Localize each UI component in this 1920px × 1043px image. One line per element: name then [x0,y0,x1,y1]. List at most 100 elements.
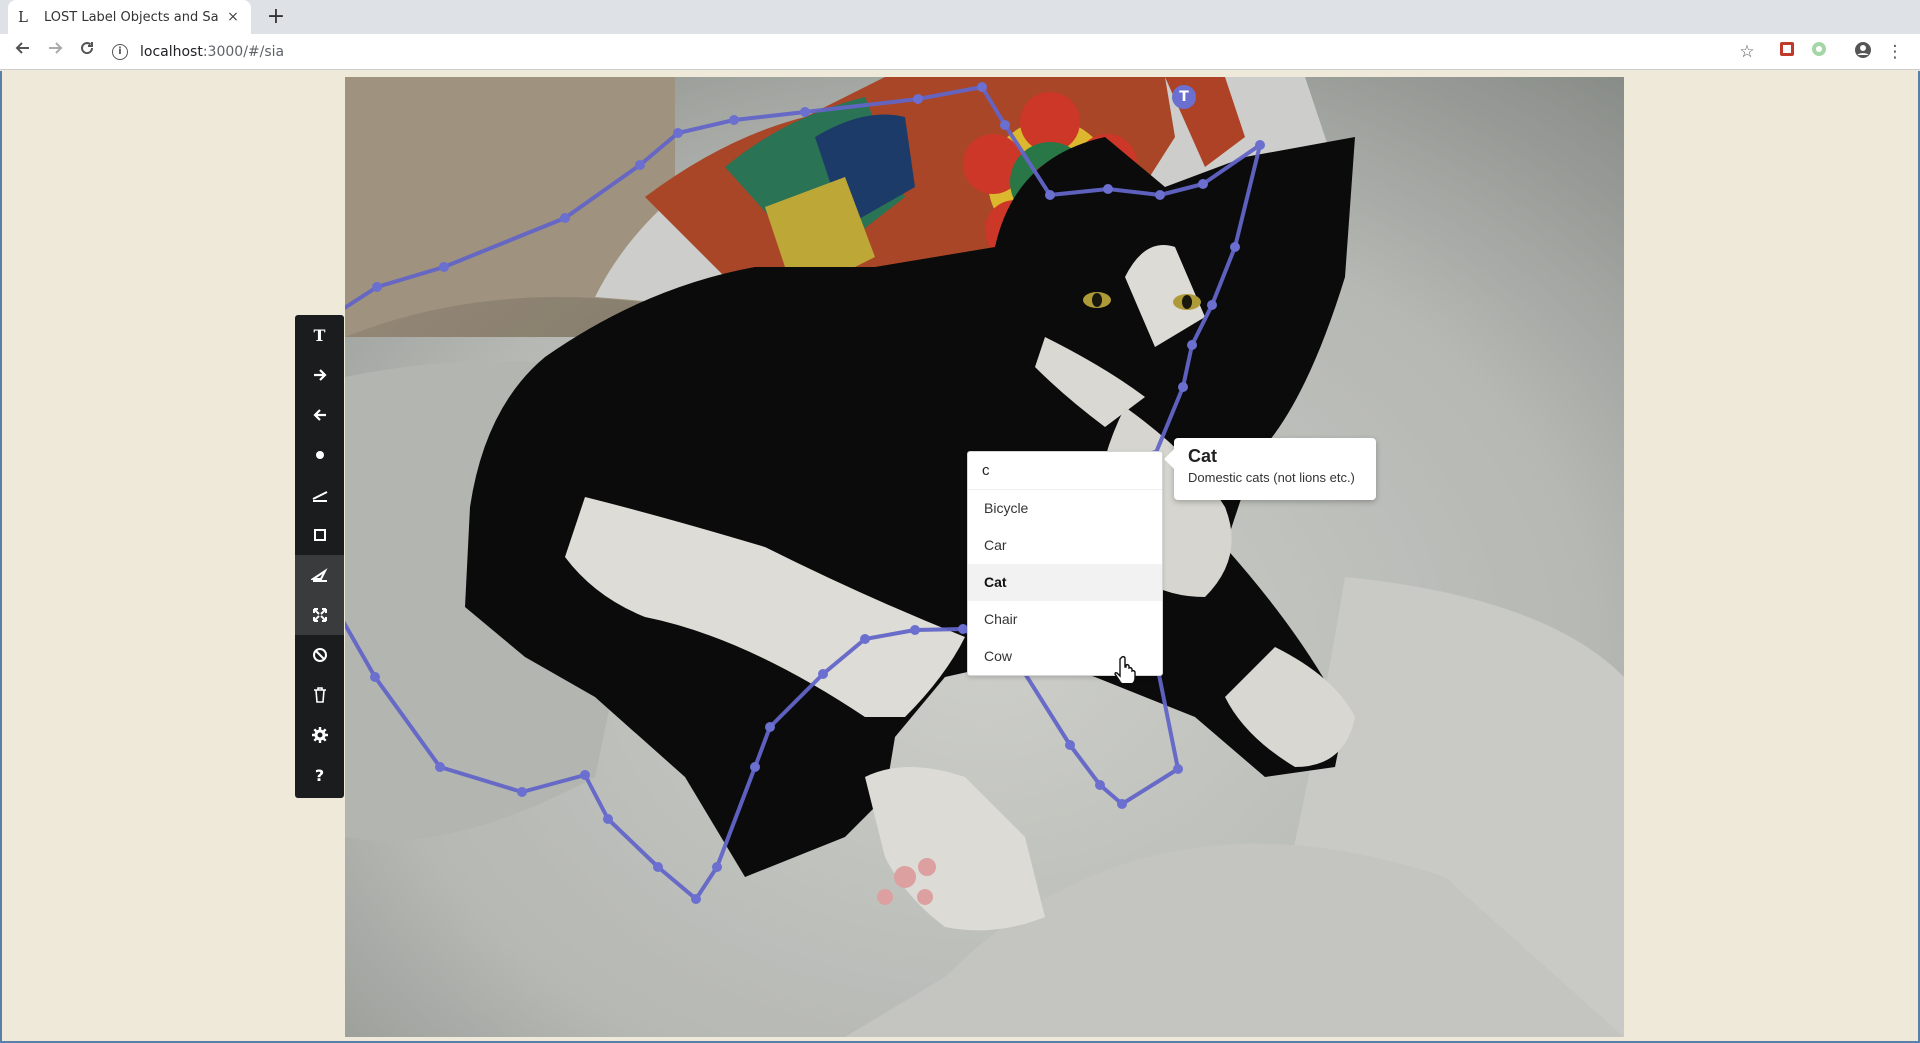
arrow-left-icon [312,409,326,421]
forward-button[interactable] [42,39,68,65]
expand-icon [312,608,327,622]
question-icon: ? [314,765,325,785]
polygon-vertex[interactable] [635,160,645,170]
url-text: localhost:3000/#/sia [140,44,284,60]
polygon-vertex[interactable] [750,762,760,772]
polygon-vertex[interactable] [977,82,987,92]
trash-icon [313,687,326,703]
label-search-input[interactable] [982,462,1181,479]
polygon-vertex[interactable] [1187,340,1197,350]
polygon-vertex[interactable] [435,762,445,772]
polygon-vertex[interactable] [765,722,775,732]
polygon-vertex[interactable] [913,94,923,104]
sia-toolbar: T ? [295,315,344,798]
annotation-text-badge[interactable]: T [1172,85,1196,109]
line-icon [312,491,327,502]
browser-toolbar: i localhost:3000/#/sia ☆ ⋮ [0,34,1920,70]
polygon-vertex[interactable] [800,107,810,117]
polygon-vertex[interactable] [1207,300,1217,310]
prev-image-button[interactable] [295,395,344,435]
label-info-popup: Cat Domestic cats (not lions etc.) [1174,438,1376,500]
kebab-menu-icon[interactable]: ⋮ [1884,41,1906,63]
point-tool-button[interactable] [295,435,344,475]
delete-button[interactable] [295,675,344,715]
label-option-car[interactable]: Car [968,527,1162,564]
tab-close-icon[interactable]: × [225,9,241,25]
extension-red-icon[interactable] [1776,41,1798,63]
polygon-vertex[interactable] [910,625,920,635]
settings-button[interactable] [295,715,344,755]
polygon-vertex[interactable] [370,672,380,682]
polygon-vertex[interactable] [729,115,739,125]
polygon-vertex[interactable] [1198,179,1208,189]
point-icon [315,451,324,459]
polygon-vertex[interactable] [1230,242,1240,252]
address-bar[interactable]: i localhost:3000/#/sia [112,39,1752,65]
polygon-vertex[interactable] [517,787,527,797]
junk-button[interactable] [295,635,344,675]
polygon-tool-button[interactable] [295,555,344,595]
site-info-icon[interactable]: i [112,44,128,60]
extension-green-icon[interactable] [1808,41,1830,63]
new-tab-button[interactable]: + [262,4,290,30]
hand-pointer-icon [1114,655,1136,683]
polygon-vertex[interactable] [1045,190,1055,200]
label-option-bicycle[interactable]: Bicycle [968,490,1162,527]
label-option-chair[interactable]: Chair [968,601,1162,638]
polygon-vertex[interactable] [560,213,570,223]
polygon-icon [310,568,328,582]
help-button[interactable]: ? [295,755,344,795]
polygon-vertex[interactable] [1173,764,1183,774]
label-option-cat[interactable]: Cat [968,564,1162,601]
reload-button[interactable] [74,39,100,65]
text-icon: T [313,325,326,345]
label-info-description: Domestic cats (not lions etc.) [1188,470,1355,485]
url-host: localhost [140,44,203,60]
polygon-vertex[interactable] [1103,184,1113,194]
extension-icon [1812,42,1826,56]
polygon-vertex[interactable] [603,814,613,824]
polygon-vertex[interactable] [818,669,828,679]
polygon-vertex[interactable] [372,282,382,292]
bbox-tool-button[interactable] [295,515,344,555]
polygon-vertex[interactable] [1065,740,1075,750]
polygon-vertex[interactable] [712,862,722,872]
tab-title: LOST Label Objects and Sa [44,9,219,25]
url-path: :3000/#/sia [202,44,285,60]
polygon-vertex[interactable] [439,262,449,272]
label-select-dropdown: Bicycle Car Cat Chair Cow [967,451,1181,676]
line-tool-button[interactable] [295,475,344,515]
polygon-vertex[interactable] [1155,190,1165,200]
star-icon[interactable]: ☆ [1736,41,1758,63]
polygon-vertex[interactable] [860,634,870,644]
label-search-box [968,452,1181,490]
browser-tab-bar: L LOST Label Objects and Sa × + [0,0,1920,34]
reload-icon [81,42,94,55]
polygon-vertex[interactable] [673,128,683,138]
polygon-vertex[interactable] [1178,382,1188,392]
gear-icon [311,727,328,743]
polygon-vertex[interactable] [1117,799,1127,809]
sia-page: T T ? c Bicycle Car Cat Chair Cow Cat Do… [0,71,1920,1043]
tool-text-button[interactable]: T [295,315,344,355]
polygon-vertex[interactable] [1255,140,1265,150]
back-button[interactable] [10,39,36,65]
polygon-vertex[interactable] [653,862,663,872]
square-icon [313,529,326,541]
arrow-left-icon [15,42,29,54]
lost-favicon-icon: L [18,8,28,26]
polygon-vertex[interactable] [1095,780,1105,790]
polygon-vertex[interactable] [691,894,701,904]
label-info-title: Cat [1188,446,1218,466]
browser-tab[interactable]: L LOST Label Objects and Sa × [8,0,251,34]
arrow-right-icon [49,42,63,54]
arrow-right-icon [313,369,327,381]
polygon-vertex[interactable] [580,770,590,780]
next-image-button[interactable] [295,355,344,395]
account-icon [1855,42,1871,58]
polygon-vertex[interactable] [1000,120,1010,130]
account-icon[interactable] [1852,41,1874,63]
fullscreen-button[interactable] [295,595,344,635]
extension-icon [1780,42,1794,56]
ban-icon [312,648,327,662]
